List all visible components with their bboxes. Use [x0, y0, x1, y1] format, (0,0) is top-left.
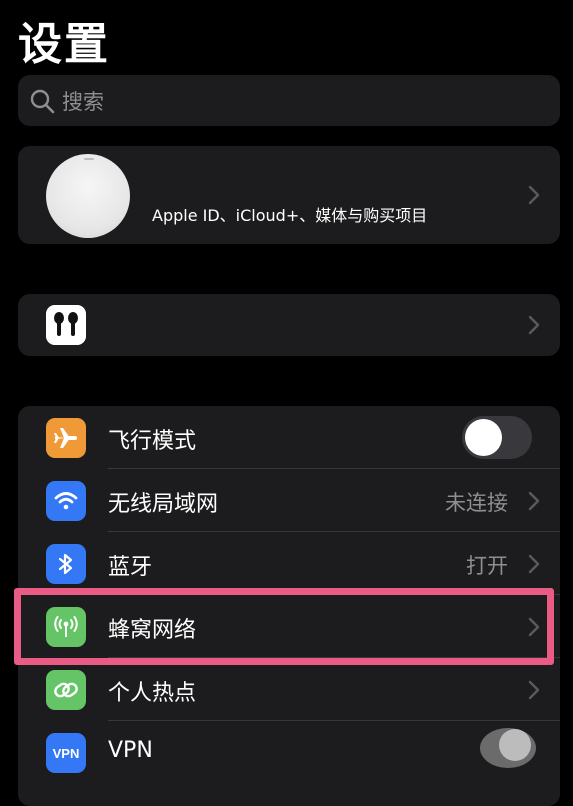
bluetooth-icon	[46, 544, 86, 584]
chevron-right-icon	[528, 185, 540, 205]
search-input[interactable]: 搜索	[62, 86, 104, 116]
row-label: VPN	[108, 738, 153, 763]
vpn-icon-text: VPN	[52, 745, 80, 761]
vpn-icon: VPN	[46, 733, 86, 773]
search-bar[interactable]: 搜索	[18, 75, 560, 126]
airplane-mode-toggle[interactable]	[462, 416, 532, 459]
row-value: 未连接	[445, 491, 508, 515]
wifi-icon	[46, 481, 86, 521]
row-value: 打开	[466, 554, 508, 578]
airplane-icon	[46, 418, 86, 458]
settings-row-wifi[interactable]: 无线局域网 未连接	[18, 469, 560, 532]
airpods-icon	[46, 305, 86, 345]
watermark-logo	[480, 728, 536, 768]
row-label: 个人热点	[108, 681, 197, 706]
settings-row-personal-hotspot[interactable]: 个人热点	[18, 658, 560, 721]
hotspot-icon	[46, 670, 86, 710]
profile-subtitle: Apple ID、iCloud+、媒体与购买项目	[152, 206, 428, 225]
row-label: 蓝牙	[108, 555, 153, 580]
chevron-right-icon	[528, 491, 540, 511]
search-icon	[30, 89, 55, 113]
airpods-card[interactable]	[18, 294, 560, 356]
chevron-right-icon	[528, 680, 540, 700]
avatar	[46, 154, 130, 238]
settings-row-bluetooth[interactable]: 蓝牙 打开	[18, 532, 560, 595]
page-title: 设置	[18, 19, 110, 70]
settings-row-airplane-mode[interactable]: 飞行模式	[18, 406, 560, 469]
highlight-box	[14, 588, 554, 665]
row-label: 无线局域网	[108, 492, 219, 517]
row-label: 飞行模式	[108, 429, 197, 454]
chevron-right-icon	[528, 554, 540, 574]
chevron-right-icon	[528, 315, 540, 335]
apple-id-card[interactable]: Apple ID、iCloud+、媒体与购买项目	[18, 146, 560, 244]
